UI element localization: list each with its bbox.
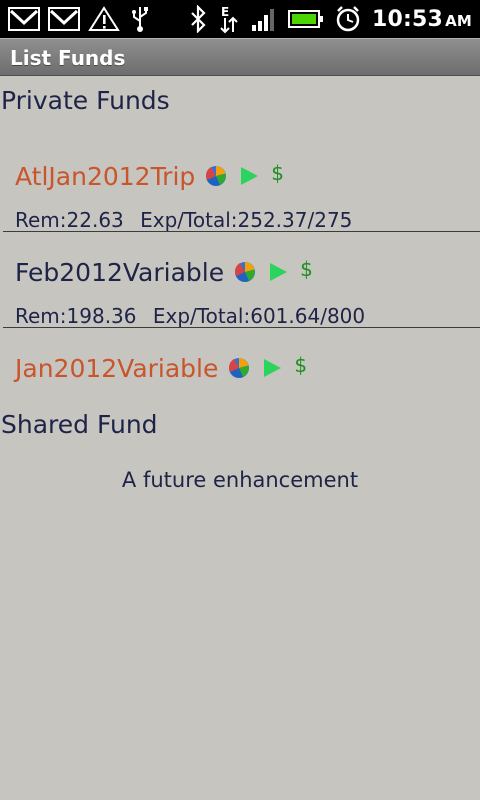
play-icon[interactable] <box>266 260 290 284</box>
fund-name[interactable]: Jan2012Variable <box>15 354 218 383</box>
fund-item: Feb2012Variable $ Rem:198.36 Exp/Total:6… <box>15 252 480 329</box>
clock-hours-minutes: 10:53 <box>372 6 444 32</box>
pie-chart-icon[interactable] <box>205 165 227 187</box>
fund-stats: Rem:198.36 Exp/Total:601.64/800 <box>15 304 480 328</box>
shared-fund-header: Shared Fund <box>1 410 158 439</box>
fund-exp-total: Exp/Total:252.37/275 <box>140 208 353 232</box>
pie-chart-icon[interactable] <box>234 261 256 283</box>
status-bar: E 10:53 AM <box>0 0 480 38</box>
edge-signal-icon: E <box>218 4 240 34</box>
fund-name[interactable]: Feb2012Variable <box>15 258 224 287</box>
dollar-icon[interactable]: $ <box>294 355 307 375</box>
fund-row: Feb2012Variable $ <box>15 252 480 292</box>
fund-name[interactable]: AtlJan2012Trip <box>15 162 195 191</box>
fund-item: AtlJan2012Trip $ Rem:22.63 Exp/Total:252… <box>15 156 480 233</box>
bluetooth-icon <box>188 5 208 33</box>
system-icons: E 10:53 AM <box>188 3 472 35</box>
dollar-icon[interactable]: $ <box>271 163 284 183</box>
fund-divider <box>3 231 480 232</box>
clock-ampm: AM <box>445 11 472 30</box>
fund-row: Jan2012Variable $ <box>15 348 480 388</box>
fund-remaining: Rem:22.63 <box>15 208 124 232</box>
warning-icon <box>88 6 120 32</box>
play-icon[interactable] <box>237 164 261 188</box>
battery-icon <box>288 8 324 30</box>
notification-icons <box>8 4 152 34</box>
svg-text:E: E <box>221 5 229 19</box>
signal-bars-icon <box>250 5 278 33</box>
alarm-icon <box>334 5 362 33</box>
clock-time: 10:53 AM <box>372 7 472 32</box>
title-bar: List Funds <box>0 38 480 76</box>
future-enhancement-message: A future enhancement <box>121 468 359 492</box>
pie-chart-icon[interactable] <box>228 357 250 379</box>
fund-item: Jan2012Variable $ <box>15 348 480 388</box>
page-title: List Funds <box>10 46 126 70</box>
fund-row: AtlJan2012Trip $ <box>15 156 480 196</box>
dollar-icon[interactable]: $ <box>300 259 313 279</box>
usb-icon <box>128 5 152 33</box>
gmail-icon <box>48 7 80 31</box>
fund-stats: Rem:22.63 Exp/Total:252.37/275 <box>15 208 480 232</box>
play-icon[interactable] <box>260 356 284 380</box>
private-funds-header: Private Funds <box>1 86 170 115</box>
fund-divider <box>3 327 480 328</box>
gmail-icon <box>8 7 40 31</box>
fund-remaining: Rem:198.36 <box>15 304 137 328</box>
fund-exp-total: Exp/Total:601.64/800 <box>152 304 366 328</box>
